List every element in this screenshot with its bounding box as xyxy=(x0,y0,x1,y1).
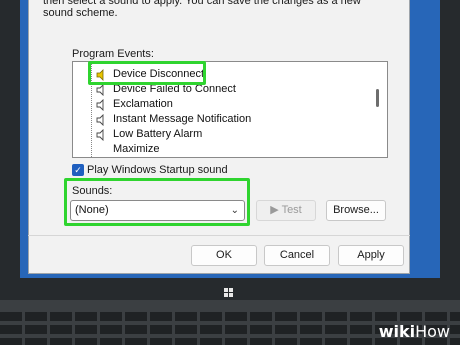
ok-button[interactable]: OK xyxy=(191,245,257,266)
sounds-highlight xyxy=(64,178,250,226)
keyboard-key-row xyxy=(0,312,460,321)
event-label: Maximize xyxy=(113,143,160,155)
event-label: Instant Message Notification xyxy=(113,113,252,125)
device-disconnect-highlight xyxy=(88,61,206,85)
scrollbar-thumb[interactable] xyxy=(376,89,379,107)
event-label: Low Battery Alarm xyxy=(113,128,203,140)
list-item[interactable]: Low Battery Alarm xyxy=(73,127,373,142)
startup-sound-checkbox[interactable]: ✓ xyxy=(72,164,84,176)
list-item[interactable]: Instant Message Notification xyxy=(73,112,373,127)
program-events-label: Program Events: xyxy=(72,48,154,60)
speaker-icon xyxy=(96,129,104,141)
dialog-intro-text: then select a sound to apply. You can sa… xyxy=(43,0,361,19)
wikihow-watermark: wikiHow xyxy=(378,322,450,341)
browse-button[interactable]: Browse... xyxy=(326,200,386,221)
test-button[interactable]: ▶ Test xyxy=(256,200,316,221)
dialog-divider xyxy=(28,235,410,236)
event-label: Exclamation xyxy=(113,98,173,110)
list-item[interactable]: Exclamation xyxy=(73,97,373,112)
speaker-icon xyxy=(96,84,104,96)
cancel-button[interactable]: Cancel xyxy=(264,245,330,266)
apply-button[interactable]: Apply xyxy=(338,245,404,266)
speaker-icon xyxy=(96,99,104,111)
windows-logo-icon xyxy=(224,288,234,298)
startup-sound-label: Play Windows Startup sound xyxy=(87,164,228,176)
list-item[interactable]: Maximize xyxy=(73,142,373,157)
speaker-icon xyxy=(96,114,104,126)
